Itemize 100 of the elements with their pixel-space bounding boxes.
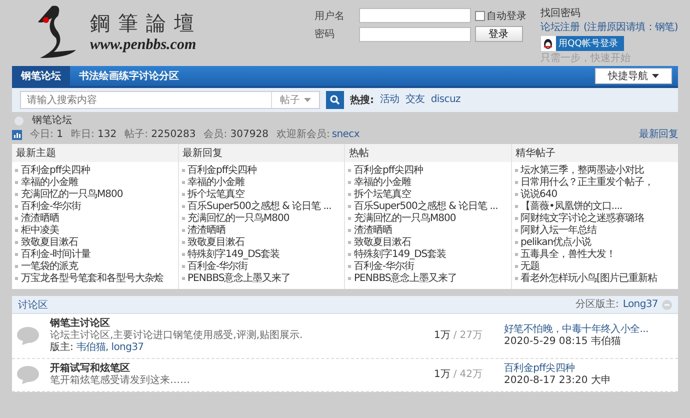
column-header: 最新回复	[178, 144, 344, 162]
site-url: www.penbbs.com	[90, 37, 198, 54]
section-title: 讨论区	[18, 298, 48, 312]
thread-link[interactable]: 幸福的小金雕	[178, 177, 344, 189]
thread-link[interactable]: 百利金-华尔街	[178, 261, 344, 273]
thread-link[interactable]: 日常用什么？正主重发个帖子，	[512, 177, 678, 189]
thread-link[interactable]: 渣渣晒晒	[12, 213, 178, 225]
thread-link[interactable]: 致敬夏目漱石	[345, 237, 510, 249]
register-note[interactable]: (注册原因请填：钢笔)	[583, 22, 678, 34]
post-count: 27万	[460, 330, 482, 342]
count-separator: /	[453, 369, 457, 381]
count-separator: /	[453, 330, 457, 342]
caret-icon	[304, 98, 311, 102]
thread-link[interactable]: 万宝龙各型号笔套和各型号大杂烩	[12, 273, 178, 285]
auto-login-checkbox[interactable]: 自动登录	[474, 8, 527, 22]
thread-link[interactable]: 百利金pff尖四种	[178, 165, 344, 177]
column-header: 热帖	[345, 144, 510, 162]
forum-title[interactable]: 钢笔主讨论区	[50, 318, 110, 330]
last-post-link[interactable]: 百利金pff尖四种	[504, 363, 575, 375]
thread-link[interactable]: 渣渣晒晒	[178, 225, 344, 237]
thread-link[interactable]: 百利金-时间计量	[12, 249, 178, 261]
latest-replies-link[interactable]: 最新回复	[639, 129, 678, 141]
thread-link[interactable]: PENBBS意念上墨又来了	[178, 273, 344, 285]
forgot-password-link[interactable]: 找回密码	[540, 8, 581, 20]
welcome-label: 欢迎新会员:	[276, 129, 330, 141]
search-icon	[330, 95, 340, 105]
speech-bubble-icon	[16, 365, 40, 385]
chart-icon	[12, 130, 22, 140]
thread-link[interactable]: pelikan优点小说	[512, 237, 678, 249]
thread-link[interactable]: 拆个坛笔真空	[345, 189, 510, 201]
thread-link[interactable]: 幸福的小金雕	[12, 177, 178, 189]
site-name: 鋼筆論壇	[90, 10, 202, 37]
thread-link[interactable]: 坛水第三季，整两墨迹小对比	[512, 165, 678, 177]
qq-login-button[interactable]: 用QQ帐号登录	[540, 36, 624, 51]
thread-link[interactable]: 幸福的小金雕	[345, 177, 510, 189]
password-field[interactable]	[358, 26, 471, 42]
nav-tab[interactable]: 书法绘画练字讨论分区	[70, 66, 188, 86]
thread-link[interactable]: 充满回忆的一只鸟M800	[12, 189, 178, 201]
search-button[interactable]	[326, 91, 344, 109]
username-label: 用户名	[314, 10, 346, 22]
last-post-meta: 2020-5-29 08:15 韦伯猫	[504, 336, 621, 348]
breadcrumb[interactable]: 钢笔论坛	[32, 115, 72, 127]
thread-link[interactable]: 五毒具全，兽性大发！	[512, 249, 678, 261]
speech-bubble-icon	[16, 326, 40, 346]
caret-icon	[652, 74, 659, 78]
thread-link[interactable]: 百利金pff尖四种	[345, 165, 510, 177]
register-link[interactable]: 论坛注册	[540, 22, 580, 34]
moderators-label: 版主:	[50, 342, 74, 354]
thread-count: 1万	[434, 330, 450, 342]
penguin-icon	[543, 38, 554, 50]
last-post-meta: 2020-8-17 23:20 大申	[504, 375, 611, 387]
hot-search-link[interactable]: discuz	[430, 94, 460, 106]
stat-text: 会员: 307928	[204, 129, 268, 141]
thread-link[interactable]: 致敬夏目漱石	[178, 237, 344, 249]
search-field[interactable]: 请输入搜索内容 帖子	[20, 91, 320, 109]
thread-link[interactable]: 拆个坛笔真空	[178, 189, 344, 201]
post-count: 42万	[460, 369, 482, 381]
hot-search-link[interactable]: 交友	[405, 94, 425, 106]
thread-link[interactable]: 一笔袋的派克	[12, 261, 178, 273]
thread-link[interactable]: 百利金-华尔街	[12, 201, 178, 213]
thread-link[interactable]: 阿财入坛一年总结	[512, 225, 678, 237]
stat-text: 帖子: 2250283	[124, 129, 196, 141]
stat-text: 今日: 1	[30, 129, 63, 141]
hot-search-link[interactable]: 活动	[380, 94, 400, 106]
username-field[interactable]	[358, 8, 471, 23]
thread-link[interactable]: 充满回忆的一只鸟M800	[178, 213, 344, 225]
last-post-link[interactable]: 好笔不怕晚，中毒十年终入小全...	[504, 324, 648, 336]
thread-link[interactable]: 致敬夏目漱石	[12, 237, 178, 249]
password-label: 密码	[314, 28, 336, 41]
thread-link[interactable]: PENBBS意念上墨又来了	[345, 273, 510, 285]
moderators-link[interactable]: 韦伯猫, long37	[76, 342, 144, 354]
thread-link[interactable]: 阿财纯文字讨论之迷惑赛璐珞	[512, 213, 678, 225]
column-header: 精华帖子	[512, 144, 678, 162]
thread-link[interactable]: 百利金-华尔街	[345, 261, 510, 273]
collapse-icon[interactable]	[662, 300, 672, 310]
forum-description: 笔开箱炫笔感受请发到这来……	[50, 375, 190, 387]
thread-link[interactable]: 特殊刻字149_DS套装	[178, 249, 344, 261]
new-member-link[interactable]: snecx	[332, 129, 360, 141]
hot-search-label: 热搜:	[350, 94, 374, 107]
thread-count: 1万	[434, 369, 450, 381]
thread-link[interactable]: 无题	[512, 261, 678, 273]
thread-link[interactable]: 充满回忆的一只鸟M800	[345, 213, 510, 225]
forum-description: 论坛主讨论区,主要讨论进口钢笔使用感受,评测,贴图展示.	[50, 330, 303, 342]
thread-link[interactable]: 【蔷薇•凤凰饼的文口....	[512, 201, 678, 213]
nav-tab[interactable]: 钢笔论坛	[12, 66, 70, 86]
thread-link[interactable]: 说说640	[512, 189, 678, 201]
stat-text: 昨日: 132	[70, 129, 117, 141]
moderator-label: 分区版主:	[576, 298, 619, 310]
thread-link[interactable]: 百乐Super500之感想 & 论日笔 ...	[178, 201, 344, 213]
forum-title[interactable]: 开箱试写和炫笔区	[50, 363, 130, 375]
thread-link[interactable]: 百乐Super500之感想 & 论日笔 ...	[345, 201, 510, 213]
login-button[interactable]: 登录	[474, 26, 523, 42]
thread-link[interactable]: 看老外怎样玩小鸟[图片已重新粘	[512, 273, 678, 285]
thread-link[interactable]: 渣渣晒晒	[345, 225, 510, 237]
thread-link[interactable]: 柜中凌美	[12, 225, 178, 237]
thread-link[interactable]: 百利金pff尖四种	[12, 165, 178, 177]
moderator-link[interactable]: Long37	[622, 298, 658, 310]
quick-nav-button[interactable]: 快捷导航	[595, 68, 672, 84]
thread-link[interactable]: 特殊刻字149_DS套装	[345, 249, 510, 261]
column-header: 最新主题	[12, 144, 178, 162]
